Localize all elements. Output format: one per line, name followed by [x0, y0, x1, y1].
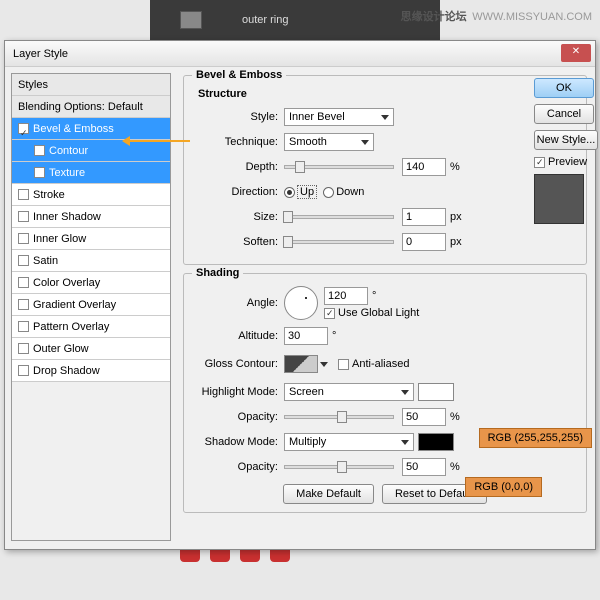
- right-buttons: OK Cancel New Style... Preview: [534, 78, 594, 224]
- gloss-label: Gloss Contour:: [192, 358, 284, 370]
- structure-heading: Structure: [198, 88, 578, 100]
- global-light-checkbox[interactable]: [324, 308, 335, 319]
- highlight-mode-select[interactable]: Screen: [284, 383, 414, 401]
- layer-style-dialog: Layer Style ✕ Styles Blending Options: D…: [4, 40, 596, 550]
- checkbox-icon[interactable]: [18, 123, 29, 134]
- soften-input[interactable]: 0: [402, 233, 446, 251]
- hopacity-label: Opacity:: [192, 411, 284, 423]
- make-default-button[interactable]: Make Default: [283, 484, 374, 504]
- size-input[interactable]: 1: [402, 208, 446, 226]
- sidebar-item-inner-glow[interactable]: Inner Glow: [12, 228, 170, 250]
- sidebar-item-stroke[interactable]: Stroke: [12, 184, 170, 206]
- depth-slider[interactable]: [284, 165, 394, 169]
- highlight-rgb-tag: RGB (255,255,255): [479, 428, 592, 448]
- sidebar-item-bevel[interactable]: Bevel & Emboss: [12, 118, 170, 140]
- angle-input[interactable]: 120: [324, 287, 368, 305]
- soften-slider[interactable]: [284, 240, 394, 244]
- direction-label: Direction:: [192, 186, 284, 198]
- checkbox-icon[interactable]: [18, 255, 29, 266]
- checkbox-icon[interactable]: [18, 277, 29, 288]
- shadow-rgb-tag: RGB (0,0,0): [465, 477, 542, 497]
- checkbox-icon[interactable]: [18, 343, 29, 354]
- angle-label: Angle:: [192, 297, 284, 309]
- style-label: Style:: [192, 111, 284, 123]
- sidebar-item-satin[interactable]: Satin: [12, 250, 170, 272]
- shadow-color[interactable]: [418, 433, 454, 451]
- preview-swatch: [534, 174, 584, 224]
- watermark: 思缘设计论坛 WWW.MISSYUAN.COM: [401, 8, 592, 24]
- dialog-title: Layer Style: [13, 48, 68, 60]
- bg-layer-panel: outer ring: [150, 0, 440, 40]
- angle-picker[interactable]: [284, 286, 318, 320]
- chevron-down-icon: [401, 390, 409, 395]
- highlight-label: Highlight Mode:: [192, 386, 284, 398]
- checkbox-icon[interactable]: [34, 167, 45, 178]
- layer-thumbnail: [180, 11, 202, 29]
- shading-title: Shading: [192, 267, 243, 279]
- layer-name: outer ring: [242, 14, 288, 26]
- size-slider[interactable]: [284, 215, 394, 219]
- cancel-button[interactable]: Cancel: [534, 104, 594, 124]
- chevron-down-icon: [361, 140, 369, 145]
- sopacity-slider[interactable]: [284, 465, 394, 469]
- checkbox-icon[interactable]: [18, 299, 29, 310]
- sidebar-item-outer-glow[interactable]: Outer Glow: [12, 338, 170, 360]
- sidebar-item-contour[interactable]: Contour: [12, 140, 170, 162]
- sopacity-label: Opacity:: [192, 461, 284, 473]
- bevel-group: Bevel & Emboss Structure Style:Inner Bev…: [183, 75, 587, 265]
- gloss-contour-swatch[interactable]: [284, 355, 318, 373]
- ok-button[interactable]: OK: [534, 78, 594, 98]
- sidebar-item-drop-shadow[interactable]: Drop Shadow: [12, 360, 170, 382]
- depth-label: Depth:: [192, 161, 284, 173]
- sidebar-item-styles[interactable]: Styles: [12, 74, 170, 96]
- checkbox-icon[interactable]: [18, 189, 29, 200]
- preview-checkbox[interactable]: [534, 157, 545, 168]
- titlebar[interactable]: Layer Style ✕: [5, 41, 595, 67]
- checkbox-icon[interactable]: [18, 211, 29, 222]
- sopacity-input[interactable]: 50: [402, 458, 446, 476]
- altitude-label: Altitude:: [192, 330, 284, 342]
- antialiased-checkbox[interactable]: [338, 359, 349, 370]
- technique-label: Technique:: [192, 136, 284, 148]
- chevron-down-icon: [401, 440, 409, 445]
- group-title: Bevel & Emboss: [192, 69, 286, 81]
- new-style-button[interactable]: New Style...: [534, 130, 598, 150]
- sidebar-item-inner-shadow[interactable]: Inner Shadow: [12, 206, 170, 228]
- size-label: Size:: [192, 211, 284, 223]
- checkbox-icon[interactable]: [34, 145, 45, 156]
- close-button[interactable]: ✕: [561, 44, 591, 62]
- styles-sidebar: Styles Blending Options: Default Bevel &…: [11, 73, 171, 541]
- sidebar-item-blending[interactable]: Blending Options: Default: [12, 96, 170, 118]
- sidebar-item-texture[interactable]: Texture: [12, 162, 170, 184]
- checkbox-icon[interactable]: [18, 321, 29, 332]
- sidebar-item-pattern-overlay[interactable]: Pattern Overlay: [12, 316, 170, 338]
- checkbox-icon[interactable]: [18, 233, 29, 244]
- annotation-arrow: [130, 140, 190, 142]
- chevron-down-icon: [381, 115, 389, 120]
- main-panel: Bevel & Emboss Structure Style:Inner Bev…: [171, 67, 595, 547]
- chevron-down-icon[interactable]: [320, 362, 328, 367]
- hopacity-slider[interactable]: [284, 415, 394, 419]
- sidebar-item-gradient-overlay[interactable]: Gradient Overlay: [12, 294, 170, 316]
- style-select[interactable]: Inner Bevel: [284, 108, 394, 126]
- hopacity-input[interactable]: 50: [402, 408, 446, 426]
- radio-up[interactable]: [284, 187, 295, 198]
- altitude-input[interactable]: 30: [284, 327, 328, 345]
- depth-input[interactable]: 140: [402, 158, 446, 176]
- shadow-mode-select[interactable]: Multiply: [284, 433, 414, 451]
- shadow-label: Shadow Mode:: [192, 436, 284, 448]
- radio-down[interactable]: [323, 187, 334, 198]
- highlight-color[interactable]: [418, 383, 454, 401]
- soften-label: Soften:: [192, 236, 284, 248]
- technique-select[interactable]: Smooth: [284, 133, 374, 151]
- sidebar-item-color-overlay[interactable]: Color Overlay: [12, 272, 170, 294]
- checkbox-icon[interactable]: [18, 365, 29, 376]
